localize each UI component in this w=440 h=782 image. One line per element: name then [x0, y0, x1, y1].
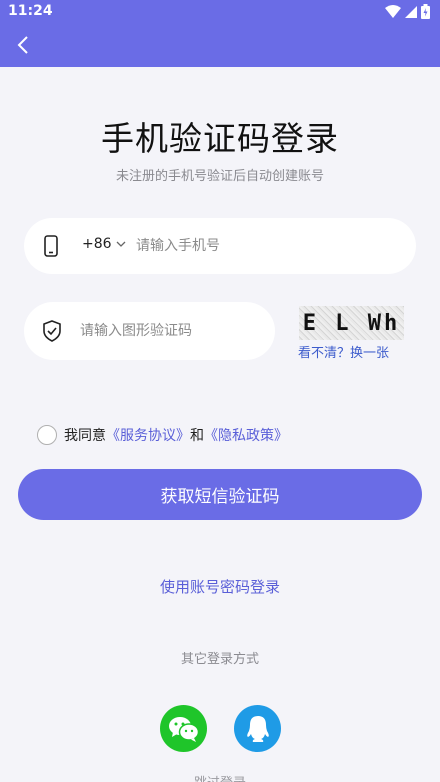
status-bar: 11:24 [0, 0, 440, 24]
agreement-row: 我同意 《服务协议》 和 《隐私政策》 [37, 425, 288, 445]
shield-check-icon [43, 320, 61, 342]
captcha-image[interactable]: E L Wh [299, 306, 404, 340]
status-icons [385, 4, 430, 19]
status-time: 11:24 [8, 3, 53, 19]
qq-icon [246, 715, 269, 742]
phone-icon [44, 235, 58, 257]
password-login-link[interactable]: 使用账号密码登录 [0, 576, 440, 597]
qq-login-button[interactable] [234, 705, 281, 752]
wifi-icon [385, 4, 401, 18]
page-subtitle: 未注册的手机号验证后自动创建账号 [115, 169, 324, 184]
service-agreement-link[interactable]: 《服务协议》 [106, 425, 190, 445]
phone-field[interactable]: +86 [24, 218, 416, 274]
other-login-label: 其它登录方式 [180, 652, 259, 667]
phone-input[interactable] [136, 230, 396, 262]
country-code-select[interactable]: +86 [82, 236, 126, 252]
agreement-checkbox[interactable] [37, 425, 57, 445]
back-button[interactable] [8, 30, 38, 60]
chevron-down-icon [116, 241, 126, 247]
captcha-field[interactable] [24, 302, 275, 360]
captcha-refresh-link[interactable]: 看不清？换一张 [298, 342, 389, 361]
skip-login-link[interactable]: 跳过登录 [0, 772, 440, 782]
wechat-login-button[interactable] [160, 705, 207, 752]
app-bar [0, 24, 440, 67]
page-title: 手机验证码登录 [101, 119, 339, 158]
battery-icon [421, 4, 430, 19]
wechat-icon [168, 716, 199, 742]
get-sms-code-button[interactable]: 获取短信验证码 [18, 469, 422, 520]
country-code-value: +86 [82, 236, 112, 252]
chevron-left-icon [17, 36, 28, 54]
signal-icon [405, 5, 417, 18]
privacy-policy-link[interactable]: 《隐私政策》 [204, 425, 288, 445]
agreement-prefix: 我同意 [64, 428, 106, 444]
agreement-conjunction: 和 [190, 428, 204, 444]
captcha-input[interactable] [80, 315, 260, 347]
